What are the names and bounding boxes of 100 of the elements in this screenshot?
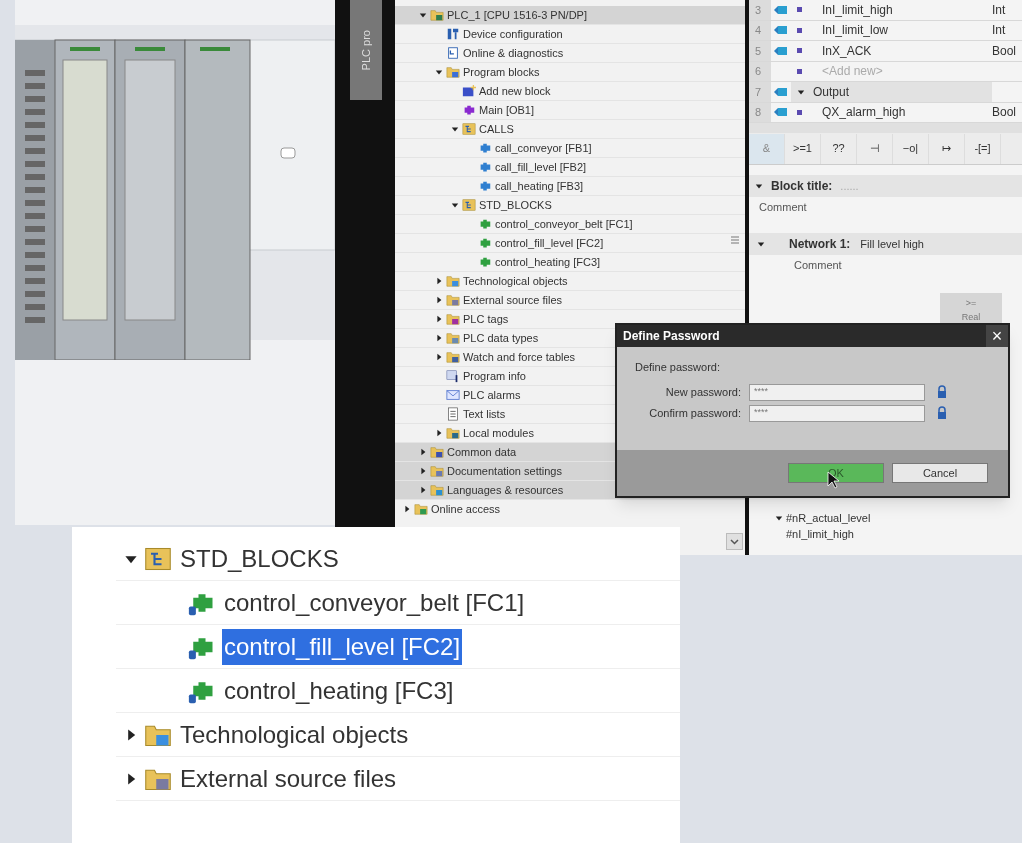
- block-title-label: Block title:: [771, 178, 833, 195]
- password-field[interactable]: ****: [749, 404, 925, 422]
- tree-item[interactable]: STD_BLOCKS: [395, 196, 745, 215]
- caret-icon[interactable]: [419, 486, 427, 494]
- variable-name: InI_limit_low: [822, 22, 890, 40]
- caret-icon[interactable]: [797, 87, 805, 96]
- tree-item[interactable]: Online & diagnostics: [395, 44, 745, 63]
- tree-item[interactable]: External source files: [116, 757, 680, 801]
- padlock-icon: [937, 385, 947, 399]
- caret-icon[interactable]: [755, 182, 763, 190]
- interface-icon: [774, 25, 788, 36]
- caret-icon[interactable]: [435, 68, 443, 76]
- group-folder-icon: [462, 198, 476, 212]
- ladder-tool-button[interactable]: ??: [821, 133, 857, 164]
- tree-item[interactable]: PLC_1 [CPU 1516-3 PN/DP]: [395, 6, 745, 25]
- tree-item[interactable]: Online access: [395, 500, 745, 518]
- document-icon: [446, 407, 460, 421]
- close-button[interactable]: ×: [986, 325, 1008, 347]
- caret-icon[interactable]: [419, 448, 427, 456]
- group-folder-icon: [462, 122, 476, 136]
- tree-item[interactable]: External source files: [395, 291, 745, 310]
- ladder-tool-button[interactable]: ↦: [929, 133, 965, 164]
- caret-icon[interactable]: [435, 296, 443, 304]
- chevron-down-icon: [730, 538, 739, 545]
- tree-item[interactable]: Device configuration: [395, 25, 745, 44]
- block-icon: [478, 236, 492, 250]
- tree-item[interactable]: control_fill_level [FC2]: [116, 625, 680, 669]
- tree-item[interactable]: control_heating [FC3]: [395, 253, 745, 272]
- tree-item[interactable]: Main [OB1]: [395, 101, 745, 120]
- variable-name: <Add new>: [822, 63, 884, 81]
- variable-name: InX_ACK: [822, 42, 873, 60]
- comment-text[interactable]: Comment: [749, 197, 1022, 217]
- caret-icon[interactable]: [435, 334, 443, 342]
- tree-item[interactable]: call_fill_level [FB2]: [395, 158, 745, 177]
- folder-icon: [446, 65, 460, 79]
- block-icon: [478, 179, 492, 193]
- tree-item[interactable]: control_fill_level [FC2]: [395, 234, 745, 253]
- block-icon: [462, 103, 476, 117]
- row-number: 3: [749, 0, 771, 20]
- tree-item[interactable]: control_conveyor_belt [FC1]: [395, 215, 745, 234]
- caret-icon[interactable]: [451, 125, 459, 133]
- row-number: 8: [749, 102, 771, 122]
- interface-icon: [774, 45, 788, 56]
- tree-item[interactable]: control_conveyor_belt [FC1]: [116, 581, 680, 625]
- interface-icon: [774, 4, 788, 15]
- scroll-down-button[interactable]: [726, 533, 743, 550]
- padlock-icon: [937, 406, 947, 420]
- folder-icon: [430, 464, 444, 478]
- caret-icon[interactable]: [435, 353, 443, 361]
- tree-item[interactable]: CALLS: [395, 120, 745, 139]
- caret-icon[interactable]: [419, 11, 427, 19]
- tree-item[interactable]: STD_BLOCKS: [116, 537, 680, 581]
- tree-item[interactable]: Program blocks: [395, 63, 745, 82]
- ladder-tool-button[interactable]: −o|: [893, 133, 929, 164]
- folder-icon: [414, 502, 428, 516]
- tree-item[interactable]: call_conveyor [FB1]: [395, 139, 745, 158]
- block-icon: [478, 160, 492, 174]
- caret-icon[interactable]: [403, 505, 411, 513]
- caret-icon[interactable]: [419, 467, 427, 475]
- data-type: Int: [992, 22, 1007, 40]
- variable-name: QX_alarm_high: [822, 104, 907, 122]
- folder-icon: [446, 274, 460, 288]
- variable-name: #nI_limit_high: [786, 526, 854, 542]
- caret-icon[interactable]: [435, 277, 443, 285]
- row-number: 4: [749, 20, 771, 40]
- envelope-icon: [446, 388, 460, 402]
- field-label: New password:: [664, 384, 742, 400]
- ladder-tool-button[interactable]: -[=]: [965, 133, 1001, 164]
- folder-icon: [446, 312, 460, 326]
- dialog-title: Define Password: [623, 328, 720, 345]
- row-number: 5: [749, 41, 771, 61]
- cancel-button[interactable]: Cancel: [892, 463, 988, 483]
- caret-icon[interactable]: [775, 514, 783, 522]
- row-number: 7: [749, 82, 771, 102]
- comment-text[interactable]: Comment: [749, 255, 1022, 275]
- ladder-tool-button[interactable]: ⊣: [857, 133, 893, 164]
- caret-icon[interactable]: [435, 429, 443, 437]
- caret-icon[interactable]: [757, 240, 765, 248]
- folder-icon: [430, 483, 444, 497]
- variable-name: #nR_actual_level: [786, 510, 871, 526]
- folder-icon: [446, 426, 460, 440]
- tree-item[interactable]: control_heating [FC3]: [116, 669, 680, 713]
- folder-icon: [446, 331, 460, 345]
- row-number: 6: [749, 61, 771, 81]
- folder-icon: [430, 8, 444, 22]
- folder-icon: [430, 445, 444, 459]
- caret-icon[interactable]: [451, 201, 459, 209]
- ladder-tool-button[interactable]: >=1: [785, 133, 821, 164]
- diagnostics-icon: [446, 46, 460, 60]
- tree-item[interactable]: Technological objects: [395, 272, 745, 291]
- tree-item[interactable]: Add new block: [395, 82, 745, 101]
- tree-item[interactable]: call_heating [FB3]: [395, 177, 745, 196]
- tree-item[interactable]: Technological objects: [116, 713, 680, 757]
- password-field[interactable]: ****: [749, 383, 925, 401]
- network-label: Network 1:: [789, 236, 851, 253]
- folder-icon: [446, 293, 460, 307]
- interface-icon: [774, 107, 788, 118]
- info-icon: [446, 369, 460, 383]
- field-label: Confirm password:: [648, 405, 742, 421]
- caret-icon[interactable]: [435, 315, 443, 323]
